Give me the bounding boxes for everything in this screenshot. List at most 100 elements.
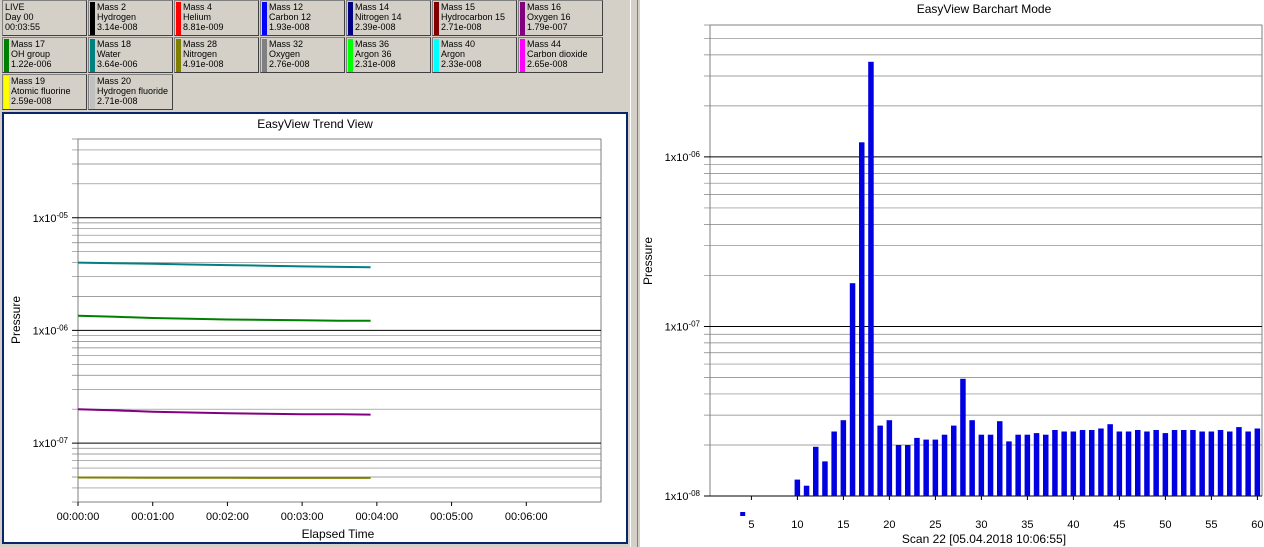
bar-x-tick-label: 25 bbox=[929, 519, 941, 531]
bar-mass-58 bbox=[1236, 427, 1242, 496]
bar-mass-31 bbox=[987, 434, 994, 496]
mass-tile-mass: Mass 12 bbox=[269, 2, 304, 12]
bar-x-tick-label: 5 bbox=[748, 519, 754, 531]
bar-mass-37 bbox=[1043, 434, 1049, 496]
trend-y-tick-label: 1x10-05 bbox=[33, 211, 69, 225]
mass-tile-mass: Mass 2 bbox=[97, 2, 127, 12]
mass-tile[interactable]: Mass 2 Hydrogen 3.14e-008 bbox=[88, 0, 173, 36]
mass-tile-name: Helium bbox=[183, 12, 212, 22]
app-window: LIVE Day 00 00:03:55 Mass 2 Hydrogen 3.14e… bbox=[0, 0, 1264, 547]
mass-tile-name: Carbon 12 bbox=[269, 12, 312, 22]
mass-tile-value: 2.39e-008 bbox=[355, 22, 396, 32]
bar-mass-28 bbox=[960, 378, 966, 496]
mass-tile-mass: Mass 19 bbox=[11, 76, 46, 86]
mass-color-swatch bbox=[176, 39, 181, 72]
mass-tile-mass: Mass 17 bbox=[11, 39, 46, 49]
bar-mass-49 bbox=[1153, 430, 1159, 496]
bar-mass-33 bbox=[1006, 441, 1012, 496]
mass-tile-value: 1.79e-007 bbox=[527, 22, 568, 32]
bar-y-tick-label: 1x10-07 bbox=[665, 319, 701, 333]
bar-mass-19 bbox=[877, 425, 883, 496]
bar-mass-60 bbox=[1254, 428, 1261, 496]
mass-tile-value: 2.31e-008 bbox=[355, 59, 396, 69]
bar-plot-area bbox=[709, 24, 1263, 497]
trend-x-tick-label: 00:04:00 bbox=[355, 511, 398, 523]
bar-mass-39 bbox=[1061, 431, 1067, 496]
mass-tile[interactable]: Mass 16 Oxygen 16 1.79e-007 bbox=[518, 0, 603, 36]
bar-mass-42 bbox=[1089, 430, 1095, 496]
mass-legend-grid: LIVE Day 00 00:03:55 Mass 2 Hydrogen 3.14e… bbox=[2, 0, 606, 112]
trend-x-tick-label: 00:05:00 bbox=[430, 511, 473, 523]
mass-tile-value: 2.76e-008 bbox=[269, 59, 310, 69]
mass-tile[interactable]: Mass 32 Oxygen 2.76e-008 bbox=[260, 37, 345, 73]
mass-tile[interactable]: Mass 18 Water 3.64e-006 bbox=[88, 37, 173, 73]
bar-chart: EasyView Barchart Mode 1x10-06 1x10-07 1x10… bbox=[641, 2, 1264, 546]
mass-tile-mass: Mass 20 bbox=[97, 76, 132, 86]
bar-mass-13 bbox=[822, 461, 828, 496]
mass-tile[interactable]: Mass 28 Nitrogen 4.91e-008 bbox=[174, 37, 259, 73]
mass-tile[interactable]: Mass 12 Carbon 12 1.93e-008 bbox=[260, 0, 345, 36]
mass-tile-mass: Mass 28 bbox=[183, 39, 218, 49]
mass-tile[interactable]: Mass 40 Argon 2.33e-008 bbox=[432, 37, 517, 73]
bar-mass-11 bbox=[803, 485, 810, 496]
trend-x-tick-label: 00:00:00 bbox=[57, 511, 100, 523]
mass-tile-value: 1.22e-006 bbox=[11, 59, 52, 69]
mass-tile-value: 2.59e-008 bbox=[11, 96, 52, 106]
mass-tile-value: 2.71e-008 bbox=[97, 96, 138, 106]
mass-color-swatch bbox=[262, 39, 267, 72]
trend-y-axis-label: Pressure bbox=[9, 296, 23, 344]
bar-mass-15 bbox=[840, 420, 847, 496]
trend-x-tick-label: 00:02:00 bbox=[206, 511, 249, 523]
splitter-handle[interactable] bbox=[630, 0, 638, 547]
mass-tile-name: Carbon dioxide bbox=[527, 49, 588, 59]
mass-color-swatch bbox=[4, 76, 9, 109]
bar-x-tick-label: 30 bbox=[975, 519, 987, 531]
bar-x-tick-label: 40 bbox=[1067, 519, 1079, 531]
mass-tile-name: Hydrogen fluoride bbox=[97, 86, 169, 96]
mass-tile-name: Oxygen bbox=[269, 49, 301, 59]
bar-mass-30 bbox=[978, 434, 985, 496]
mass-tile-mass: Mass 14 bbox=[355, 2, 390, 12]
day-label: Day 00 bbox=[5, 12, 34, 22]
mass-tile[interactable]: Mass 36 Argon 36 2.31e-008 bbox=[346, 37, 431, 73]
bar-x-tick-label: 15 bbox=[837, 519, 849, 531]
mass-tile-name: Hydrocarbon 15 bbox=[441, 12, 506, 22]
mass-tile-mass: Mass 16 bbox=[527, 2, 562, 12]
mass-tile-name: Argon bbox=[441, 49, 466, 59]
mass-tile-name: Atomic fluorine bbox=[11, 86, 71, 96]
mass-color-swatch bbox=[90, 76, 95, 109]
mass-tile[interactable]: Mass 14 Nitrogen 14 2.39e-008 bbox=[346, 0, 431, 36]
mass-tile-value: 2.33e-008 bbox=[441, 59, 482, 69]
bar-chart-title: EasyView Barchart Mode bbox=[917, 2, 1052, 16]
mass-tile[interactable]: Mass 20 Hydrogen fluoride 2.71e-008 bbox=[88, 74, 173, 110]
bar-mass-25 bbox=[932, 439, 939, 496]
bar-mass-38 bbox=[1052, 430, 1058, 496]
trend-chart-title: EasyView Trend View bbox=[257, 117, 373, 131]
mass-tile-value: 3.14e-008 bbox=[97, 22, 138, 32]
trend-view-panel[interactable]: EasyView Trend View 1x10-05 1x10-06 1x10-07… bbox=[2, 112, 628, 544]
mass-tile[interactable]: Mass 15 Hydrocarbon 15 2.71e-008 bbox=[432, 0, 517, 36]
bar-x-tick-label: 10 bbox=[791, 519, 803, 531]
barchart-panel[interactable]: EasyView Barchart Mode 1x10-06 1x10-07 1x10… bbox=[640, 0, 1264, 547]
mass-tile[interactable]: Mass 19 Atomic fluorine 2.59e-008 bbox=[2, 74, 87, 110]
mass-tile[interactable]: Mass 44 Carbon dioxide 2.65e-008 bbox=[518, 37, 603, 73]
bar-mass-56 bbox=[1217, 430, 1224, 496]
trend-x-tick-label: 00:01:00 bbox=[131, 511, 174, 523]
bar-mass-55 bbox=[1208, 431, 1215, 496]
live-label: LIVE bbox=[5, 2, 25, 12]
mass-tile-value: 2.65e-008 bbox=[527, 59, 568, 69]
mass-tile[interactable]: Mass 4 Helium 8.81e-009 bbox=[174, 0, 259, 36]
bar-mass-24 bbox=[923, 439, 929, 496]
bar-mass-45 bbox=[1116, 431, 1123, 496]
mass-tile-mass: Mass 18 bbox=[97, 39, 132, 49]
bar-mass-47 bbox=[1135, 430, 1141, 496]
live-status-tile[interactable]: LIVE Day 00 00:03:55 bbox=[2, 0, 87, 36]
mass-tile-mass: Mass 15 bbox=[441, 2, 476, 12]
mass-tile[interactable]: Mass 17 OH group 1.22e-006 bbox=[2, 37, 87, 73]
bar-x-tick-label: 45 bbox=[1113, 519, 1125, 531]
bar-x-tick-label: 50 bbox=[1159, 519, 1171, 531]
trend-x-tick-label: 00:06:00 bbox=[505, 511, 548, 523]
bar-mass-14 bbox=[831, 431, 837, 496]
mass-tile-mass: Mass 32 bbox=[269, 39, 304, 49]
bar-mass-12 bbox=[813, 446, 819, 496]
